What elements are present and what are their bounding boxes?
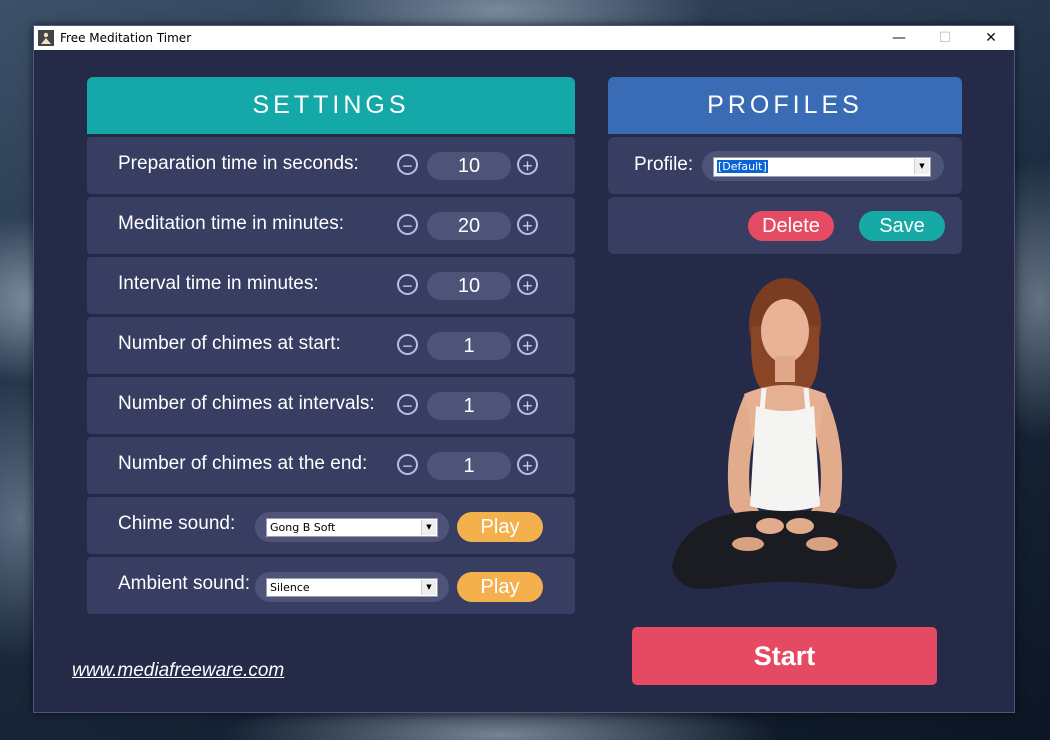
decrement-button[interactable]: −: [397, 334, 418, 356]
ambient-sound-select[interactable]: Silence ▼: [266, 578, 438, 597]
row-label: Number of chimes at intervals:: [118, 393, 375, 414]
increment-button[interactable]: +: [517, 154, 538, 176]
decrement-button[interactable]: −: [397, 214, 418, 236]
chime-sound-select[interactable]: Gong B Soft ▼: [266, 518, 438, 537]
row-label: Preparation time in seconds:: [118, 153, 359, 174]
chime-play-button[interactable]: Play: [457, 512, 543, 542]
increment-button[interactable]: +: [517, 274, 538, 296]
row-label: Ambient sound:: [118, 573, 251, 594]
value-field[interactable]: 10: [427, 272, 511, 300]
chime-sound-selected: Gong B Soft: [270, 521, 336, 534]
delete-profile-button[interactable]: Delete: [748, 211, 834, 241]
increment-button[interactable]: +: [517, 214, 538, 236]
profiles-header: PROFILES: [608, 77, 962, 134]
value-field[interactable]: 1: [427, 332, 511, 360]
app-window: Free Meditation Timer — ☐ ✕ SETTINGS Pre…: [33, 25, 1015, 713]
chevron-down-icon[interactable]: ▼: [421, 520, 436, 535]
profile-actions-row: Delete Save: [608, 197, 962, 254]
settings-row-meditation: Meditation time in minutes: − 20 +: [87, 197, 575, 254]
row-label: Chime sound:: [118, 513, 236, 534]
website-link[interactable]: www.mediafreeware.com: [72, 660, 284, 682]
value-field[interactable]: 1: [427, 392, 511, 420]
decrement-button[interactable]: −: [397, 454, 418, 476]
profile-row: Profile: [Default] ▼: [608, 137, 962, 194]
settings-row-chimes-end: Number of chimes at the end: − 1 +: [87, 437, 575, 494]
settings-row-preparation: Preparation time in seconds: − 10 +: [87, 137, 575, 194]
increment-button[interactable]: +: [517, 394, 538, 416]
chime-sound-dropdown-wrap: Gong B Soft ▼: [255, 512, 449, 542]
value-field[interactable]: 1: [427, 452, 511, 480]
settings-header: SETTINGS: [87, 77, 575, 134]
profile-dropdown-wrap: [Default] ▼: [702, 151, 944, 181]
title-bar[interactable]: Free Meditation Timer — ☐ ✕: [34, 26, 1014, 50]
profile-select[interactable]: [Default] ▼: [713, 157, 931, 177]
save-profile-button[interactable]: Save: [859, 211, 945, 241]
profiles-title: PROFILES: [707, 91, 863, 119]
chevron-down-icon[interactable]: ▼: [421, 580, 436, 595]
minimize-button[interactable]: —: [876, 26, 922, 50]
ambient-play-button[interactable]: Play: [457, 572, 543, 602]
chevron-down-icon[interactable]: ▼: [914, 159, 929, 174]
close-button[interactable]: ✕: [968, 26, 1014, 50]
settings-title: SETTINGS: [252, 91, 410, 119]
ambient-sound-dropdown-wrap: Silence ▼: [255, 572, 449, 602]
ambient-sound-selected: Silence: [270, 581, 310, 594]
row-label: Number of chimes at the end:: [118, 453, 368, 474]
settings-row-chimes-intervals: Number of chimes at intervals: − 1 +: [87, 377, 575, 434]
settings-row-interval: Interval time in minutes: − 10 +: [87, 257, 575, 314]
window-title: Free Meditation Timer: [60, 31, 192, 45]
decrement-button[interactable]: −: [397, 394, 418, 416]
row-label: Meditation time in minutes:: [118, 213, 344, 234]
decrement-button[interactable]: −: [397, 154, 418, 176]
value-field[interactable]: 20: [427, 212, 511, 240]
meditation-app-icon: [38, 30, 54, 46]
increment-button[interactable]: +: [517, 454, 538, 476]
meditating-woman-image: [652, 276, 917, 606]
increment-button[interactable]: +: [517, 334, 538, 356]
settings-row-chimes-start: Number of chimes at start: − 1 +: [87, 317, 575, 374]
maximize-button[interactable]: ☐: [922, 26, 968, 50]
decrement-button[interactable]: −: [397, 274, 418, 296]
row-label: Number of chimes at start:: [118, 333, 341, 354]
value-field[interactable]: 10: [427, 152, 511, 180]
row-label: Interval time in minutes:: [118, 273, 319, 294]
profile-label: Profile:: [634, 154, 694, 175]
settings-row-ambient-sound: Ambient sound: Silence ▼ Play: [87, 557, 575, 614]
profile-selected: [Default]: [717, 160, 768, 173]
settings-row-chime-sound: Chime sound: Gong B Soft ▼ Play: [87, 497, 575, 554]
start-button[interactable]: Start: [632, 627, 937, 685]
